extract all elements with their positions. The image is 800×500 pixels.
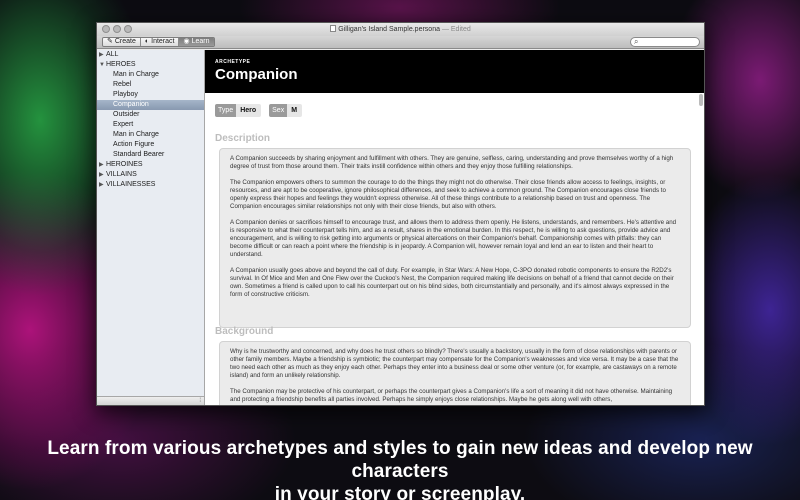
detail-pane: ARCHETYPE Companion Type Hero Sex M Desc… [205,50,704,405]
background-paragraph: Why is he trustworthy and concerned, and… [230,348,679,379]
sidebar-item-label: Outsider [113,111,140,118]
description-paragraph: A Companion usually goes above and beyon… [230,267,674,298]
eye-icon: ◉ [183,38,190,45]
sidebar-group-heroines[interactable]: ▶ HEROINES [97,160,204,170]
sex-badge: Sex M [269,104,303,117]
pencil-icon: ✎ [107,38,113,45]
sidebar-footer: ⁞ [97,396,204,405]
sidebar-item-outsider[interactable]: Outsider [97,110,204,120]
sidebar-item-playboy[interactable]: Playboy [97,90,204,100]
description-box: A Companion succeeds by sharing enjoymen… [219,148,691,328]
mode-switcher: ✎ Create ◐ Interact ◉ Learn [102,37,215,47]
learn-mode-button[interactable]: ◉ Learn [179,38,214,46]
sex-value: M [287,104,303,117]
sidebar-group-all[interactable]: ▶ ALL [97,50,204,60]
sidebar-group-villainesses[interactable]: ▶ VILLAINESSES [97,180,204,190]
type-value: Hero [236,104,262,117]
description-paragraph: The Companion empowers others to summon … [230,179,666,210]
sidebar-item-companion[interactable]: Companion [97,100,204,110]
background-box: Why is he trustworthy and concerned, and… [219,341,691,405]
contrast-icon: ◐ [144,38,150,45]
learn-mode-label: Learn [191,38,210,45]
window-body: ▶ ALL ▼ HEROES Man in Charge Rebel Playboy… [97,50,704,405]
attribute-row: Type Hero Sex M [215,104,303,117]
caption-line-1: Learn from various archetypes and styles… [47,438,753,482]
sidebar-item-label: ALL [106,51,119,58]
description-paragraph: A Companion denies or sacrifices himself… [230,219,677,258]
sidebar-group-heroes[interactable]: ▼ HEROES [97,60,204,70]
zoom-window-button[interactable] [124,25,132,33]
sidebar-item-expert[interactable]: Expert [97,120,204,130]
background-heading: Background [215,326,274,337]
sidebar-item-label: Standard Bearer [113,151,165,158]
create-mode-button[interactable]: ✎ Create [103,38,141,46]
sidebar-item-label: HEROES [106,61,136,68]
search-icon: ⌕ [634,37,639,46]
background-paragraph: The Companion may be protective of his c… [230,388,673,403]
create-mode-label: Create [114,38,136,45]
close-window-button[interactable] [102,25,110,33]
sidebar-group-villains[interactable]: ▶ VILLAINS [97,170,204,180]
disclosure-expanded-icon[interactable]: ▼ [99,60,105,70]
interact-mode-button[interactable]: ◐ Interact [140,38,180,46]
window-title: Gilligan's Island Sample.persona [338,26,440,33]
sidebar-item-label: HEROINES [106,161,143,168]
document-icon [330,25,337,32]
sidebar-item-label: VILLAINS [106,171,137,178]
description-heading: Description [215,133,271,144]
disclosure-collapsed-icon[interactable]: ▶ [99,160,104,170]
sidebar-item-label: VILLAINESSES [106,181,156,188]
archetype-header: ARCHETYPE Companion [205,50,704,93]
caption-line-2: in your story or screenplay. [274,484,526,500]
window-controls [102,25,132,33]
archetype-label: ARCHETYPE [215,59,251,65]
sidebar-item-label: Action Figure [113,141,155,148]
sidebar-item-standard-bearer[interactable]: Standard Bearer [97,150,204,160]
title-bar: Gilligan's Island Sample.persona — Edite… [97,23,704,36]
minimize-window-button[interactable] [113,25,121,33]
sidebar-item-label: Man in Charge [113,131,159,138]
disclosure-collapsed-icon[interactable]: ▶ [99,170,104,180]
disclosure-collapsed-icon[interactable]: ▶ [99,180,104,190]
resize-grip-icon[interactable]: ⁞ [199,398,201,404]
search-input[interactable]: ⌕ [630,37,700,47]
interact-mode-label: Interact [151,38,175,45]
scrollbar-thumb[interactable] [699,94,703,106]
promo-caption: Learn from various archetypes and styles… [0,437,800,500]
sidebar-item-rebel[interactable]: Rebel [97,80,204,90]
description-paragraph: A Companion succeeds by sharing enjoymen… [230,155,674,170]
sidebar-item-label: Rebel [113,81,132,88]
app-window: Gilligan's Island Sample.persona — Edite… [96,22,705,406]
archetype-title: Companion [215,66,298,83]
disclosure-collapsed-icon[interactable]: ▶ [99,50,104,60]
sidebar: ▶ ALL ▼ HEROES Man in Charge Rebel Playboy… [97,50,205,405]
sidebar-item-action-figure[interactable]: Action Figure [97,140,204,150]
sidebar-item-man-in-charge[interactable]: Man in Charge [97,70,204,80]
sidebar-item-label: Man in Charge [113,71,159,78]
sidebar-item-label: Playboy [113,91,138,98]
sidebar-item-label: Companion [113,101,149,108]
type-badge: Type Hero [215,104,262,117]
type-label: Type [215,104,237,117]
edited-status: — Edited [441,26,471,33]
toolbar: ✎ Create ◐ Interact ◉ Learn ⌕ [97,36,704,49]
sex-label: Sex [269,104,288,117]
sidebar-item-label: Expert [113,121,134,128]
sidebar-item-man-in-charge-2[interactable]: Man in Charge [97,130,204,140]
